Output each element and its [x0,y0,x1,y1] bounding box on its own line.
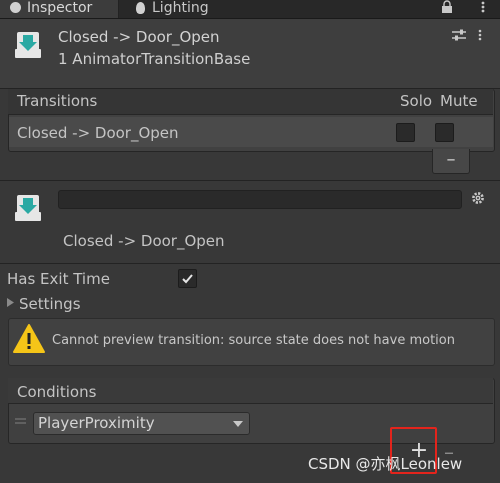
chevron-down-icon [233,421,243,427]
tab-inspector[interactable]: Inspector [0,0,119,18]
settings-foldout-label[interactable]: Settings [19,295,81,313]
has-exit-time-label: Has Exit Time [7,270,110,288]
drag-handle-icon[interactable] [15,417,26,425]
info-icon [10,1,21,13]
tab-lighting[interactable]: Lighting [124,0,274,18]
has-exit-time-checkbox[interactable] [178,269,197,288]
warning-icon [13,324,45,353]
condition-parameter-value: PlayerProximity [38,414,155,432]
gear-icon[interactable] [471,191,485,205]
header-subtitle: 1 AnimatorTransitionBase [58,50,251,68]
transition-row-name: Closed -> Door_Open [17,124,179,142]
lock-icon[interactable] [441,0,453,14]
tab-lighting-label: Lighting [152,0,209,16]
solo-checkbox[interactable] [396,123,415,142]
remove-transition-button[interactable]: – [432,149,470,174]
transition-label: Closed -> Door_Open [63,232,225,250]
warning-message: Cannot preview transition: source state … [52,333,455,348]
presets-icon[interactable] [451,28,467,42]
header-title: Closed -> Door_Open [58,28,220,46]
mute-checkbox[interactable] [435,123,454,142]
mute-column-label: Mute [440,92,478,110]
conditions-title: Conditions [17,383,97,401]
foldout-arrow-icon[interactable] [6,297,15,308]
checkmark-icon [182,274,193,284]
watermark: CSDN @亦枫Leonlew [308,455,463,473]
solo-column-label: Solo [400,92,433,110]
transition-settings-icon [15,195,41,221]
transition-name-field[interactable] [58,190,462,209]
header-more-icon[interactable] [476,28,484,42]
more-options-icon[interactable] [476,0,490,14]
transitions-title: Transitions [17,92,98,110]
divider [0,263,500,264]
divider [0,180,500,181]
light-bulb-icon [136,2,145,14]
tab-inspector-label: Inspector [27,0,93,16]
condition-parameter-dropdown[interactable]: PlayerProximity [33,412,250,435]
transition-icon [15,32,41,58]
